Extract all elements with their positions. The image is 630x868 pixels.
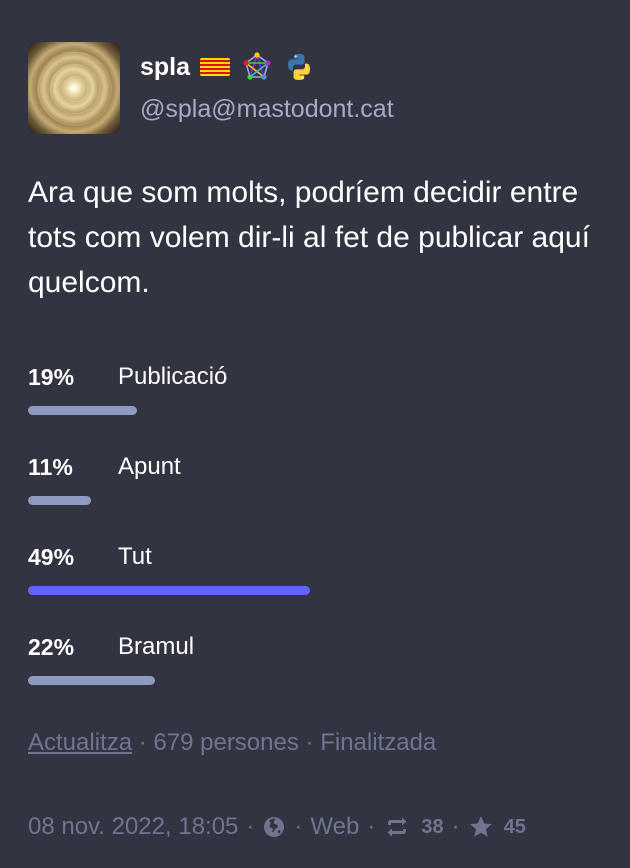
poll-option-percent: 49% <box>28 544 75 570</box>
separator: · <box>246 813 255 840</box>
poll-option-bar <box>28 586 310 595</box>
fediverse-icon <box>242 52 272 82</box>
status-meta: 08 nov. 2022, 18:05 · · Web · 38 · 45 <box>28 811 526 843</box>
poll-option: 49% Tut <box>28 542 608 602</box>
favourite-count: 45 <box>503 815 526 838</box>
poll-option-percent: 11% <box>28 454 73 480</box>
poll-state: Finalitzada <box>320 729 437 756</box>
status-timestamp[interactable]: 08 nov. 2022, 18:05 <box>28 813 238 841</box>
display-name-text: spla <box>140 53 191 81</box>
refresh-poll-link[interactable]: Actualitza <box>28 729 132 756</box>
star-icon <box>468 814 494 840</box>
separator: · <box>451 813 460 840</box>
poll-footer: Actualitza · 679 persones · Finalitzada <box>28 727 436 759</box>
status-application[interactable]: Web <box>310 813 359 841</box>
boost-count: 38 <box>421 815 444 838</box>
poll-option-percent: 19% <box>28 364 75 390</box>
boost-icon <box>383 815 411 839</box>
separator: · <box>138 729 147 756</box>
poll-option-label: Tut <box>118 543 152 570</box>
poll-option-bar <box>28 406 137 415</box>
poll-option: 22% Bramul <box>28 632 608 692</box>
globe-icon <box>262 815 286 839</box>
poll-option: 19% Publicació <box>28 362 608 422</box>
avatar[interactable] <box>28 42 120 134</box>
poll-option-bar <box>28 676 155 685</box>
display-name[interactable]: spla <box>140 50 326 84</box>
separator: · <box>294 813 303 840</box>
poll-option-label: Bramul <box>118 633 195 660</box>
poll-option-percent: 22% <box>28 634 75 660</box>
status-content: Ara que som molts, podríem decidir entre… <box>28 176 590 299</box>
separator: · <box>305 729 314 756</box>
poll-option: 11% Apunt <box>28 452 608 512</box>
poll-option-label: Apunt <box>118 453 181 480</box>
python-icon <box>284 52 314 82</box>
account-handle[interactable]: @spla@mastodont.cat <box>140 92 394 126</box>
catalan-flag-icon <box>200 52 231 82</box>
separator: · <box>367 813 376 840</box>
poll-option-bar <box>28 496 91 505</box>
poll-option-label: Publicació <box>118 363 228 390</box>
poll-voters: 679 persones <box>153 729 299 756</box>
